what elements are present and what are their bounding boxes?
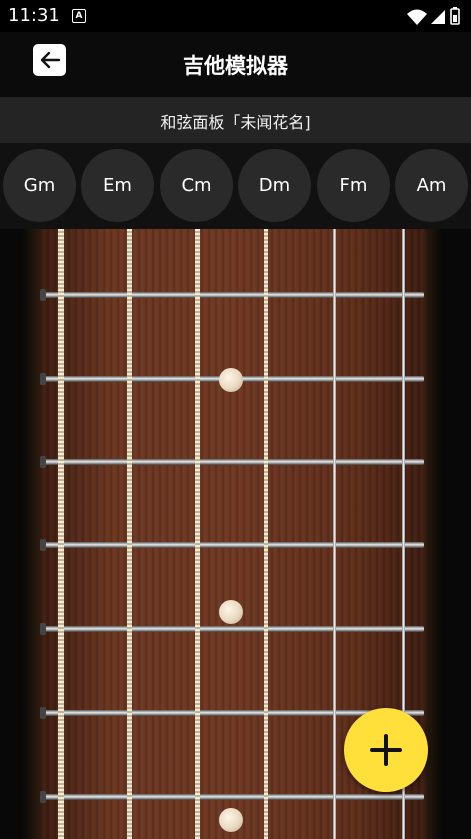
fret-3 — [42, 459, 424, 465]
chord-button-fm[interactable]: Fm — [317, 149, 390, 222]
fret-7 — [42, 794, 424, 800]
signal-icon — [431, 10, 445, 24]
fret-5 — [42, 626, 424, 632]
fret-inlay — [219, 368, 243, 392]
fret-end — [40, 456, 46, 468]
string-2[interactable] — [333, 229, 336, 839]
fret-end — [40, 289, 46, 301]
fret-end — [40, 539, 46, 551]
status-bar: 11:31 A — [0, 0, 471, 32]
chord-button-gm[interactable]: Gm — [3, 149, 76, 222]
fret-end — [40, 707, 46, 719]
fret-inlay — [219, 808, 243, 832]
chord-button-row: Gm Em Cm Dm Fm Am — [0, 143, 471, 229]
fret-1 — [42, 292, 424, 298]
add-button[interactable] — [344, 708, 428, 792]
fret-inlay — [219, 600, 243, 624]
string-3[interactable] — [264, 229, 268, 839]
battery-icon — [450, 7, 460, 25]
app-header: 吉他模拟器 — [0, 32, 471, 97]
notification-a-icon: A — [72, 9, 86, 23]
fret-end — [40, 791, 46, 803]
string-4[interactable] — [195, 229, 200, 839]
fret-end — [40, 373, 46, 385]
page-title: 吉他模拟器 — [183, 54, 288, 78]
fret-end — [40, 623, 46, 635]
chord-panel-bar: 和弦面板「未闻花名] — [0, 97, 471, 143]
status-icons — [407, 7, 460, 25]
chord-button-dm[interactable]: Dm — [238, 149, 311, 222]
chord-panel-label: 和弦面板「未闻花名] — [160, 113, 311, 132]
chord-button-em[interactable]: Em — [81, 149, 154, 222]
plus-icon — [370, 734, 402, 766]
string-5[interactable] — [127, 229, 132, 839]
wifi-icon — [407, 9, 427, 25]
chord-button-am[interactable]: Am — [395, 149, 468, 222]
status-time: 11:31 — [8, 5, 60, 26]
string-6[interactable] — [58, 229, 64, 839]
chord-button-cm[interactable]: Cm — [160, 149, 233, 222]
fret-4 — [42, 542, 424, 548]
app-screen: 11:31 A 吉他模拟器 和弦面板「未闻花名] Gm Em Cm Dm Fm … — [0, 0, 471, 839]
